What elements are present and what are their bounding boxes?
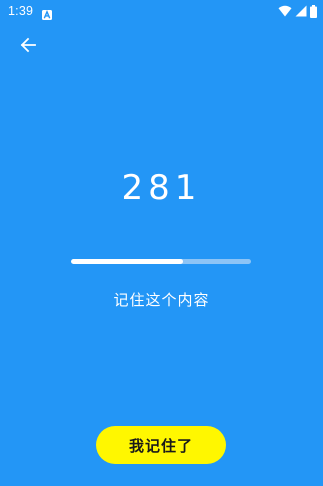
back-button[interactable] <box>17 36 39 58</box>
wifi-icon <box>278 5 292 17</box>
status-bar: 1:39 <box>0 0 323 24</box>
progress-fill <box>71 259 183 264</box>
instruction-text: 记住这个内容 <box>113 291 210 309</box>
progress-bar <box>71 259 251 264</box>
a-notification-icon <box>42 5 52 20</box>
status-icons <box>278 4 317 18</box>
status-time: 1:39 <box>8 4 34 18</box>
remember-button[interactable]: 我记住了 <box>96 426 226 464</box>
battery-icon <box>310 4 317 18</box>
memory-number: 281 <box>121 168 202 208</box>
cell-signal-icon <box>295 5 307 17</box>
arrow-left-icon <box>20 37 36 57</box>
